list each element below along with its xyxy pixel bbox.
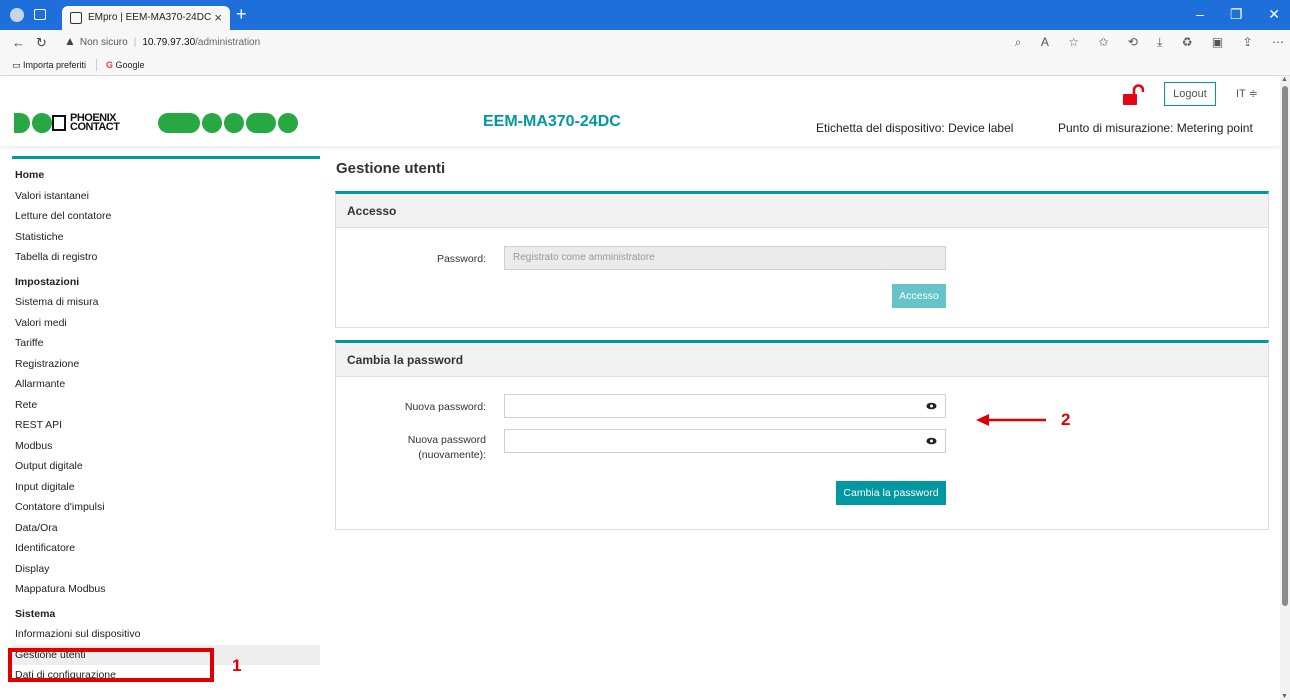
share-icon[interactable]: ⇪ (1243, 35, 1253, 49)
new-password-input[interactable] (504, 394, 946, 418)
tab-title: EMpro | EEM-MA370-24DC (88, 12, 212, 23)
sidebar-item-input-digitale[interactable]: Input digitale (12, 477, 320, 497)
sidebar-item-tabella-di-registro[interactable]: Tabella di registro (12, 247, 320, 267)
change-password-panel: Cambia la password Nuova password: Nuova… (335, 340, 1269, 530)
logout-button[interactable]: Logout (1164, 82, 1216, 106)
language-select[interactable]: IT ≑ (1236, 87, 1258, 100)
profile-avatar[interactable] (10, 8, 24, 22)
sidebar-item-allarmante[interactable]: Allarmante (12, 374, 320, 394)
device-label: Etichetta del dispositivo: Device label (816, 121, 1014, 135)
eye-icon[interactable] (926, 402, 937, 410)
browser-tab-active[interactable]: EMpro | EEM-MA370-24DC × (62, 6, 230, 30)
new-tab-button[interactable]: + (236, 4, 247, 25)
url-separator: | (133, 37, 137, 48)
close-window-icon[interactable]: ✕ (1268, 6, 1280, 23)
sidebar-item-rete[interactable]: Rete (12, 395, 320, 415)
google-icon: G (106, 60, 114, 70)
eye-icon[interactable] (926, 437, 937, 445)
folder-icon: ▭ (12, 60, 21, 70)
favorites-separator (96, 59, 97, 71)
translate-icon[interactable]: ⌕ (1015, 35, 1022, 50)
url-host: 10.79.97.30 (142, 37, 196, 48)
google-favorite-link[interactable]: G Google (106, 60, 145, 70)
screenshot-icon[interactable]: ▣ (1212, 35, 1223, 49)
sidebar-section-impostazioni[interactable]: Impostazioni (12, 272, 320, 292)
sidebar-item-sistema-di-misura[interactable]: Sistema di misura (12, 292, 320, 312)
sidebar-item-mappatura-modbus[interactable]: Mappatura Modbus (12, 579, 320, 599)
scroll-up-icon[interactable]: ▲ (1281, 76, 1288, 83)
sidebar-item-rest-api[interactable]: REST API (12, 415, 320, 435)
back-icon[interactable]: ← (12, 35, 25, 50)
page-header: Logout IT ≑ PHOENIX CONTACT EEM-MA370-24… (0, 76, 1280, 146)
window-controls: – ❐ ✕ (1174, 6, 1280, 23)
change-password-heading: Cambia la password (336, 343, 1268, 377)
address-bar: ← ↻ ▲ Non sicuro | 10.79.97.30/administrati… (0, 30, 1290, 56)
repeat-password-input[interactable] (504, 429, 946, 453)
new-password-label: Nuova password: (404, 401, 486, 413)
more-icon[interactable]: ⋯ (1272, 35, 1284, 49)
metering-point: Punto di misurazione: Metering point (1058, 121, 1253, 135)
favorite-icon[interactable]: ☆ (1068, 35, 1079, 49)
annotation-marker-1: 1 (232, 656, 242, 675)
tab-close-icon[interactable]: × (214, 10, 222, 25)
favorites-import-link[interactable]: ▭ Importa preferiti (12, 60, 86, 71)
sidebar-item-informazioni-sul-dispositivo[interactable]: Informazioni sul dispositivo (12, 624, 320, 644)
sidebar-item-valori-istantanei[interactable]: Valori istantanei (12, 186, 320, 206)
page-title: Gestione utenti (336, 160, 446, 177)
url-warning: Non sicuro (79, 37, 128, 48)
access-button[interactable]: Accesso (892, 284, 946, 308)
sidebar-item-valori-medi[interactable]: Valori medi (12, 313, 320, 333)
workspaces-icon[interactable] (34, 9, 46, 20)
extensions-icon[interactable]: ♻ (1182, 35, 1193, 49)
access-heading: Accesso (336, 194, 1268, 228)
url-path: /administration (195, 37, 261, 48)
sidebar-item-modbus[interactable]: Modbus (12, 436, 320, 456)
sidebar-section-sistema[interactable]: Sistema (12, 604, 320, 624)
read-aloud-icon[interactable]: A (1041, 35, 1049, 49)
sidebar-item-contatore-d-impulsi[interactable]: Contatore d'impulsi (12, 497, 320, 517)
browser-titlebar: EMpro | EEM-MA370-24DC × + – ❐ ✕ (0, 0, 1290, 30)
favorites-import-label: Importa preferiti (23, 60, 87, 70)
sidebar-item-identificatore[interactable]: Identificatore (12, 538, 320, 558)
download-icon[interactable]: ⤓ (1157, 35, 1162, 50)
page-scrollbar[interactable]: ▲ ▼ (1280, 76, 1290, 700)
browser-toolbar: ⌕ A ☆ ✩ ⟲ ⤓ ♻ ▣ ⇪ ⋯ (999, 35, 1284, 50)
sidebar-section-home[interactable]: Home (12, 165, 320, 185)
repeat-password-label-1: Nuova password (407, 434, 486, 446)
sidebar-item-output-digitale[interactable]: Output digitale (12, 456, 320, 476)
access-panel: Accesso Password: Registrato come ammini… (335, 191, 1269, 328)
restore-icon[interactable]: ❐ (1230, 6, 1243, 23)
annotation-arrow-icon (976, 414, 1046, 426)
favorites-bar: ▭ Importa preferiti G Google (0, 56, 1290, 76)
repeat-password-label-2: (nuovamente): (418, 449, 486, 461)
sidebar-item-data-ora[interactable]: Data/Ora (12, 518, 320, 538)
password-label: Password: (436, 253, 486, 265)
device-name: EEM-MA370-24DC (483, 113, 621, 130)
refresh-icon[interactable]: ↻ (36, 35, 47, 51)
sidebar-item-registrazione[interactable]: Registrazione (12, 354, 320, 374)
annotation-highlight-box (8, 648, 214, 682)
unlocked-padlock-icon (1123, 84, 1144, 105)
web-page: Logout IT ≑ PHOENIX CONTACT EEM-MA370-24… (0, 76, 1280, 700)
collections-icon[interactable]: ✩ (1098, 35, 1108, 49)
minimize-icon[interactable]: – (1196, 6, 1204, 22)
history-icon[interactable]: ⟲ (1128, 35, 1138, 49)
url-input[interactable]: ▲ Non sicuro | 10.79.97.30/administration (64, 34, 964, 52)
google-favorite-label: Google (115, 60, 145, 70)
change-password-button[interactable]: Cambia la password (836, 481, 946, 505)
sidebar-nav: Home Valori istantanei Letture del contato… (12, 156, 320, 700)
sidebar-item-letture-del-contatore[interactable]: Letture del contatore (12, 206, 320, 226)
sidebar-item-statistiche[interactable]: Statistiche (12, 227, 320, 247)
scrollbar-thumb[interactable] (1282, 86, 1288, 606)
tab-favicon-icon (70, 12, 82, 24)
sidebar-item-display[interactable]: Display (12, 559, 320, 579)
scroll-down-icon[interactable]: ▼ (1281, 693, 1288, 700)
annotation-marker-2: 2 (1061, 410, 1071, 429)
password-field[interactable]: Registrato come amministratore (504, 246, 946, 270)
sidebar-item-tariffe[interactable]: Tariffe (12, 333, 320, 353)
warning-icon: ▲ (64, 34, 76, 48)
logo-wordmark: PHOENIX CONTACT (52, 112, 156, 133)
